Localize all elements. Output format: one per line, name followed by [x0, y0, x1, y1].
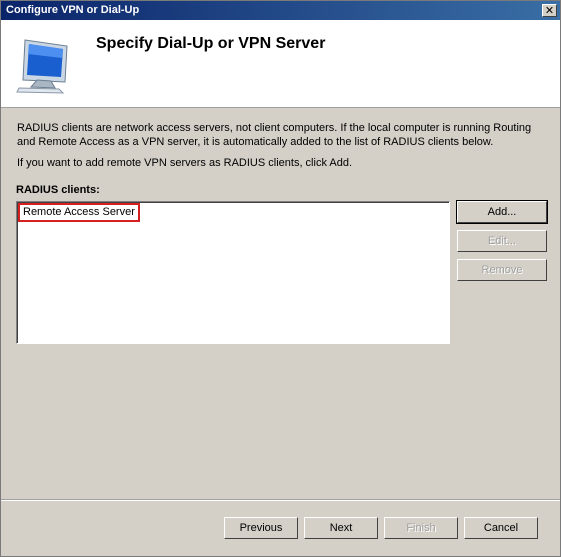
footer-divider	[1, 499, 560, 501]
computer-monitor-icon	[16, 39, 68, 94]
description-paragraph-1: RADIUS clients are network access server…	[17, 122, 532, 148]
add-button[interactable]: Add...	[456, 200, 548, 224]
close-icon: ✕	[544, 5, 555, 17]
window-title: Configure VPN or Dial-Up	[6, 4, 140, 16]
close-button[interactable]: ✕	[542, 4, 557, 17]
wizard-header: Specify Dial-Up or VPN Server	[1, 20, 560, 108]
remove-button[interactable]: Remove	[457, 259, 547, 281]
title-bar[interactable]: Configure VPN or Dial-Up ✕	[1, 1, 560, 20]
next-button[interactable]: Next	[304, 517, 378, 539]
radius-clients-label: RADIUS clients:	[16, 184, 100, 196]
cancel-button[interactable]: Cancel	[464, 517, 538, 539]
description-paragraph-2: If you want to add remote VPN servers as…	[17, 157, 353, 169]
previous-button[interactable]: Previous	[224, 517, 298, 539]
wizard-window: Configure VPN or Dial-Up ✕ Specify Dial-…	[0, 0, 561, 557]
list-item[interactable]: Remote Access Server	[18, 203, 140, 222]
edit-button[interactable]: Edit...	[457, 230, 547, 252]
radius-clients-list[interactable]: Remote Access Server	[16, 201, 450, 344]
finish-button[interactable]: Finish	[384, 517, 458, 539]
page-title: Specify Dial-Up or VPN Server	[96, 35, 326, 52]
